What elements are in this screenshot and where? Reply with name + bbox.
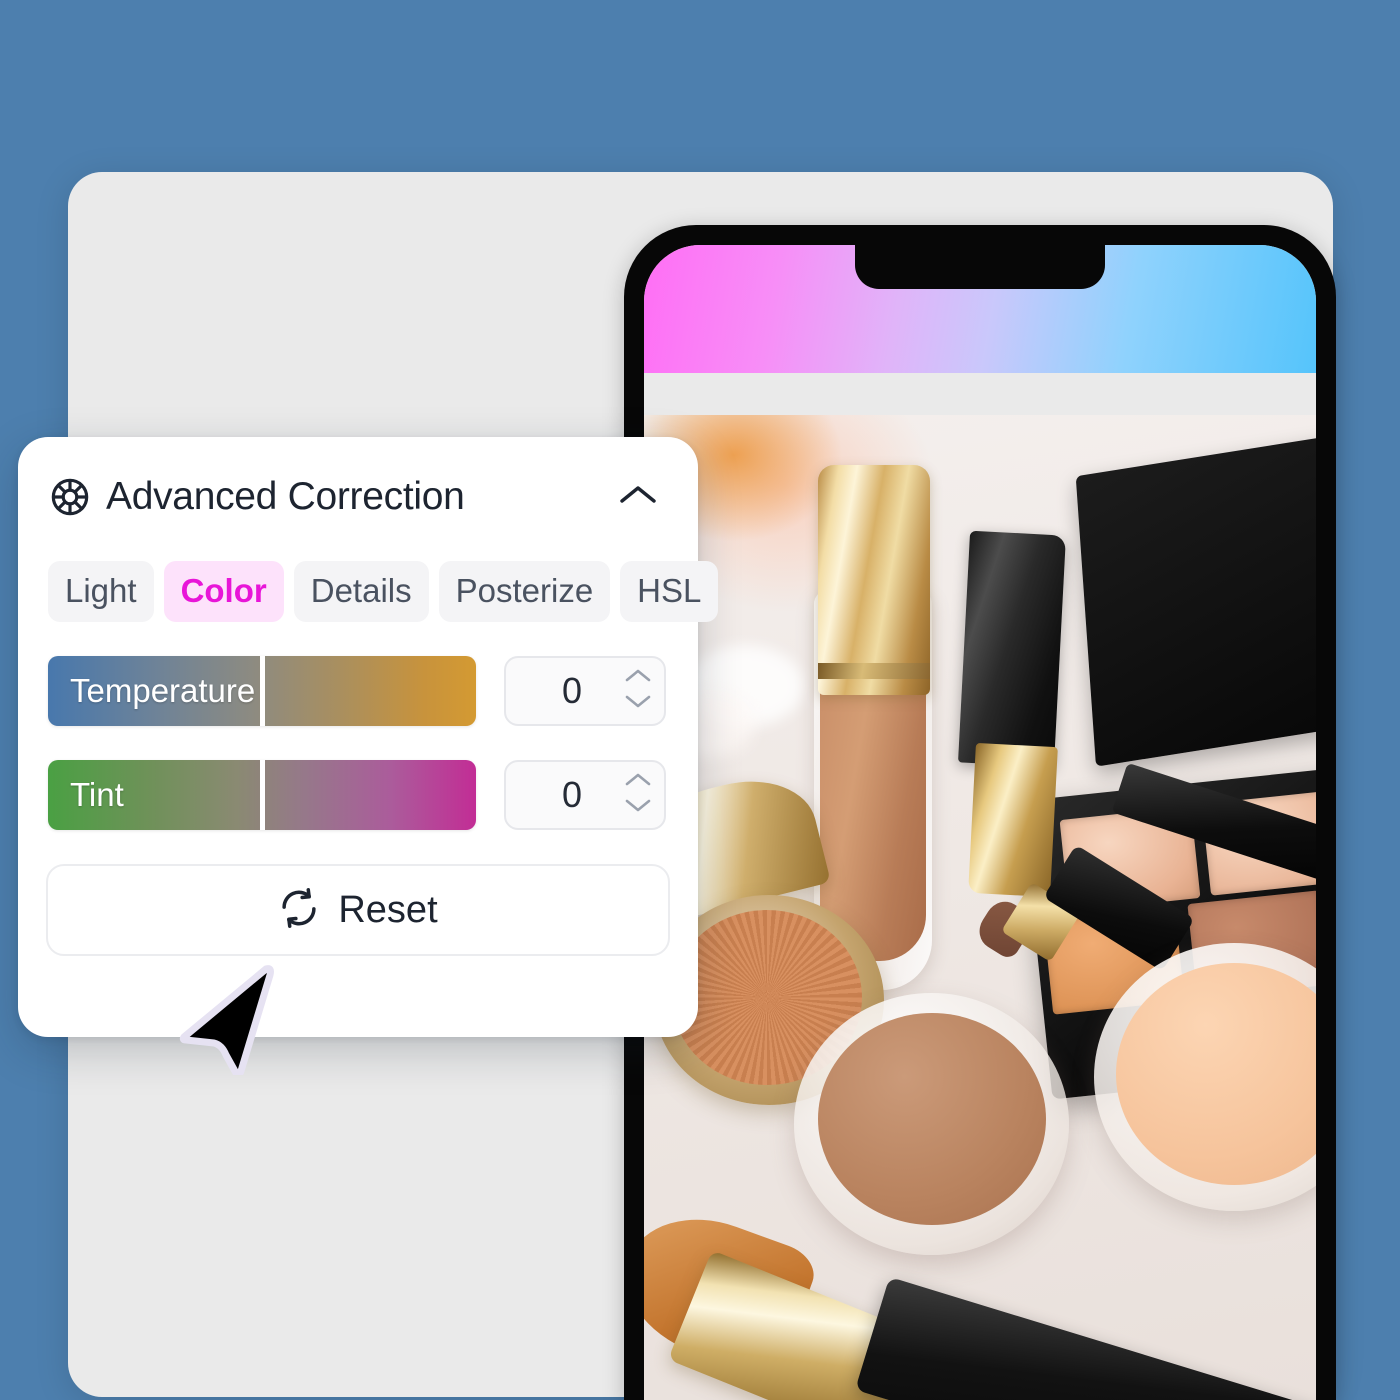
temperature-value[interactable]: 0 — [506, 670, 620, 712]
photo-black-tube — [957, 530, 1067, 768]
tint-slider-thumb[interactable] — [260, 760, 265, 830]
reset-label: Reset — [338, 888, 438, 931]
edited-photo[interactable] — [644, 415, 1316, 1400]
chevron-down-icon[interactable] — [623, 797, 653, 819]
temperature-row: Temperature 0 — [46, 656, 670, 726]
chevron-up-icon[interactable] — [623, 771, 653, 793]
aperture-icon — [50, 477, 90, 517]
chevron-down-icon[interactable] — [623, 693, 653, 715]
tint-row: Tint 0 — [46, 760, 670, 830]
tab-hsl[interactable]: HSL — [620, 561, 719, 622]
photo-foundation-cap — [818, 465, 930, 695]
chevron-up-icon — [616, 481, 660, 514]
temperature-stepper-arrows — [620, 667, 664, 715]
phone-notch — [855, 245, 1105, 289]
refresh-icon — [278, 887, 320, 934]
tint-stepper[interactable]: 0 — [504, 760, 666, 830]
advanced-correction-panel: Advanced Correction Light Color Details … — [18, 437, 719, 1037]
screenshot-canvas: Advanced Correction Light Color Details … — [0, 0, 1400, 1400]
tint-slider-label: Tint — [70, 776, 124, 813]
chevron-up-icon[interactable] — [623, 667, 653, 689]
phone-screen — [644, 245, 1316, 1400]
tab-details[interactable]: Details — [293, 561, 429, 622]
photo-foundation-ring — [818, 663, 930, 679]
tint-slider[interactable]: Tint — [48, 760, 476, 830]
tab-posterize[interactable]: Posterize — [438, 561, 611, 622]
temperature-slider-label: Temperature — [70, 672, 256, 709]
correction-tabs: Light Color Details Posterize HSL — [46, 561, 719, 622]
tint-value[interactable]: 0 — [506, 774, 620, 816]
panel-header: Advanced Correction — [46, 467, 670, 527]
photo-palette-lid — [1075, 429, 1316, 767]
temperature-stepper[interactable]: 0 — [504, 656, 666, 726]
panel-title: Advanced Correction — [106, 475, 465, 518]
collapse-panel-button[interactable] — [612, 471, 664, 523]
temperature-slider-thumb[interactable] — [260, 656, 265, 726]
photo-cream-jar-contents — [818, 1013, 1046, 1225]
tab-light[interactable]: Light — [48, 561, 154, 622]
reset-button[interactable]: Reset — [46, 864, 670, 956]
temperature-slider[interactable]: Temperature — [48, 656, 476, 726]
photo-tube-gold-base — [968, 742, 1058, 898]
tint-stepper-arrows — [620, 771, 664, 819]
header-spacer — [644, 373, 1316, 415]
phone-mockup — [624, 225, 1336, 1400]
tab-color[interactable]: Color — [163, 561, 284, 622]
